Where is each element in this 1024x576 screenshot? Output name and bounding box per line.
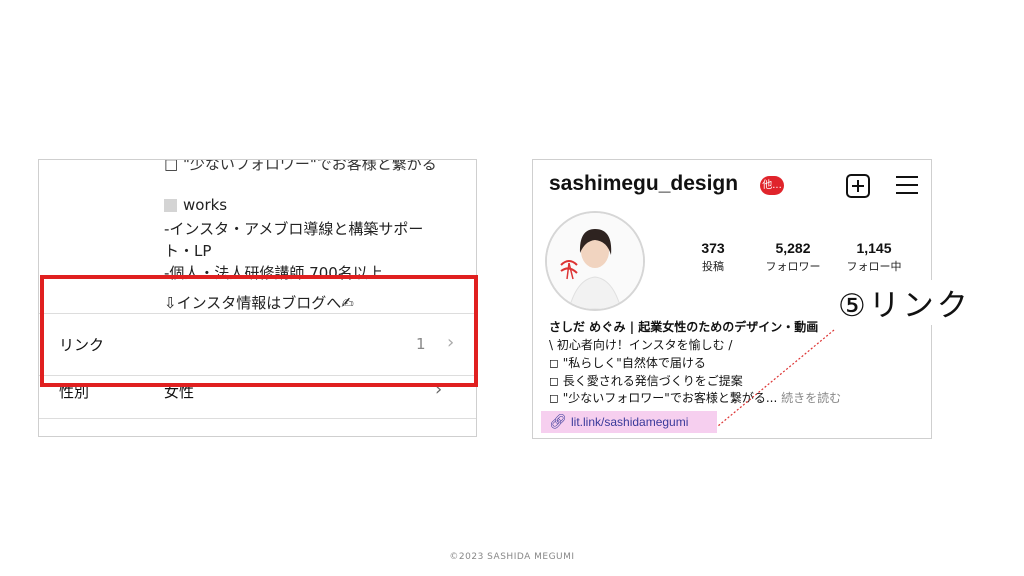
annotation-label: ⑤リンク (838, 280, 971, 325)
copyright-footer: ©2023 SASHIDA MEGUMI (449, 552, 575, 562)
